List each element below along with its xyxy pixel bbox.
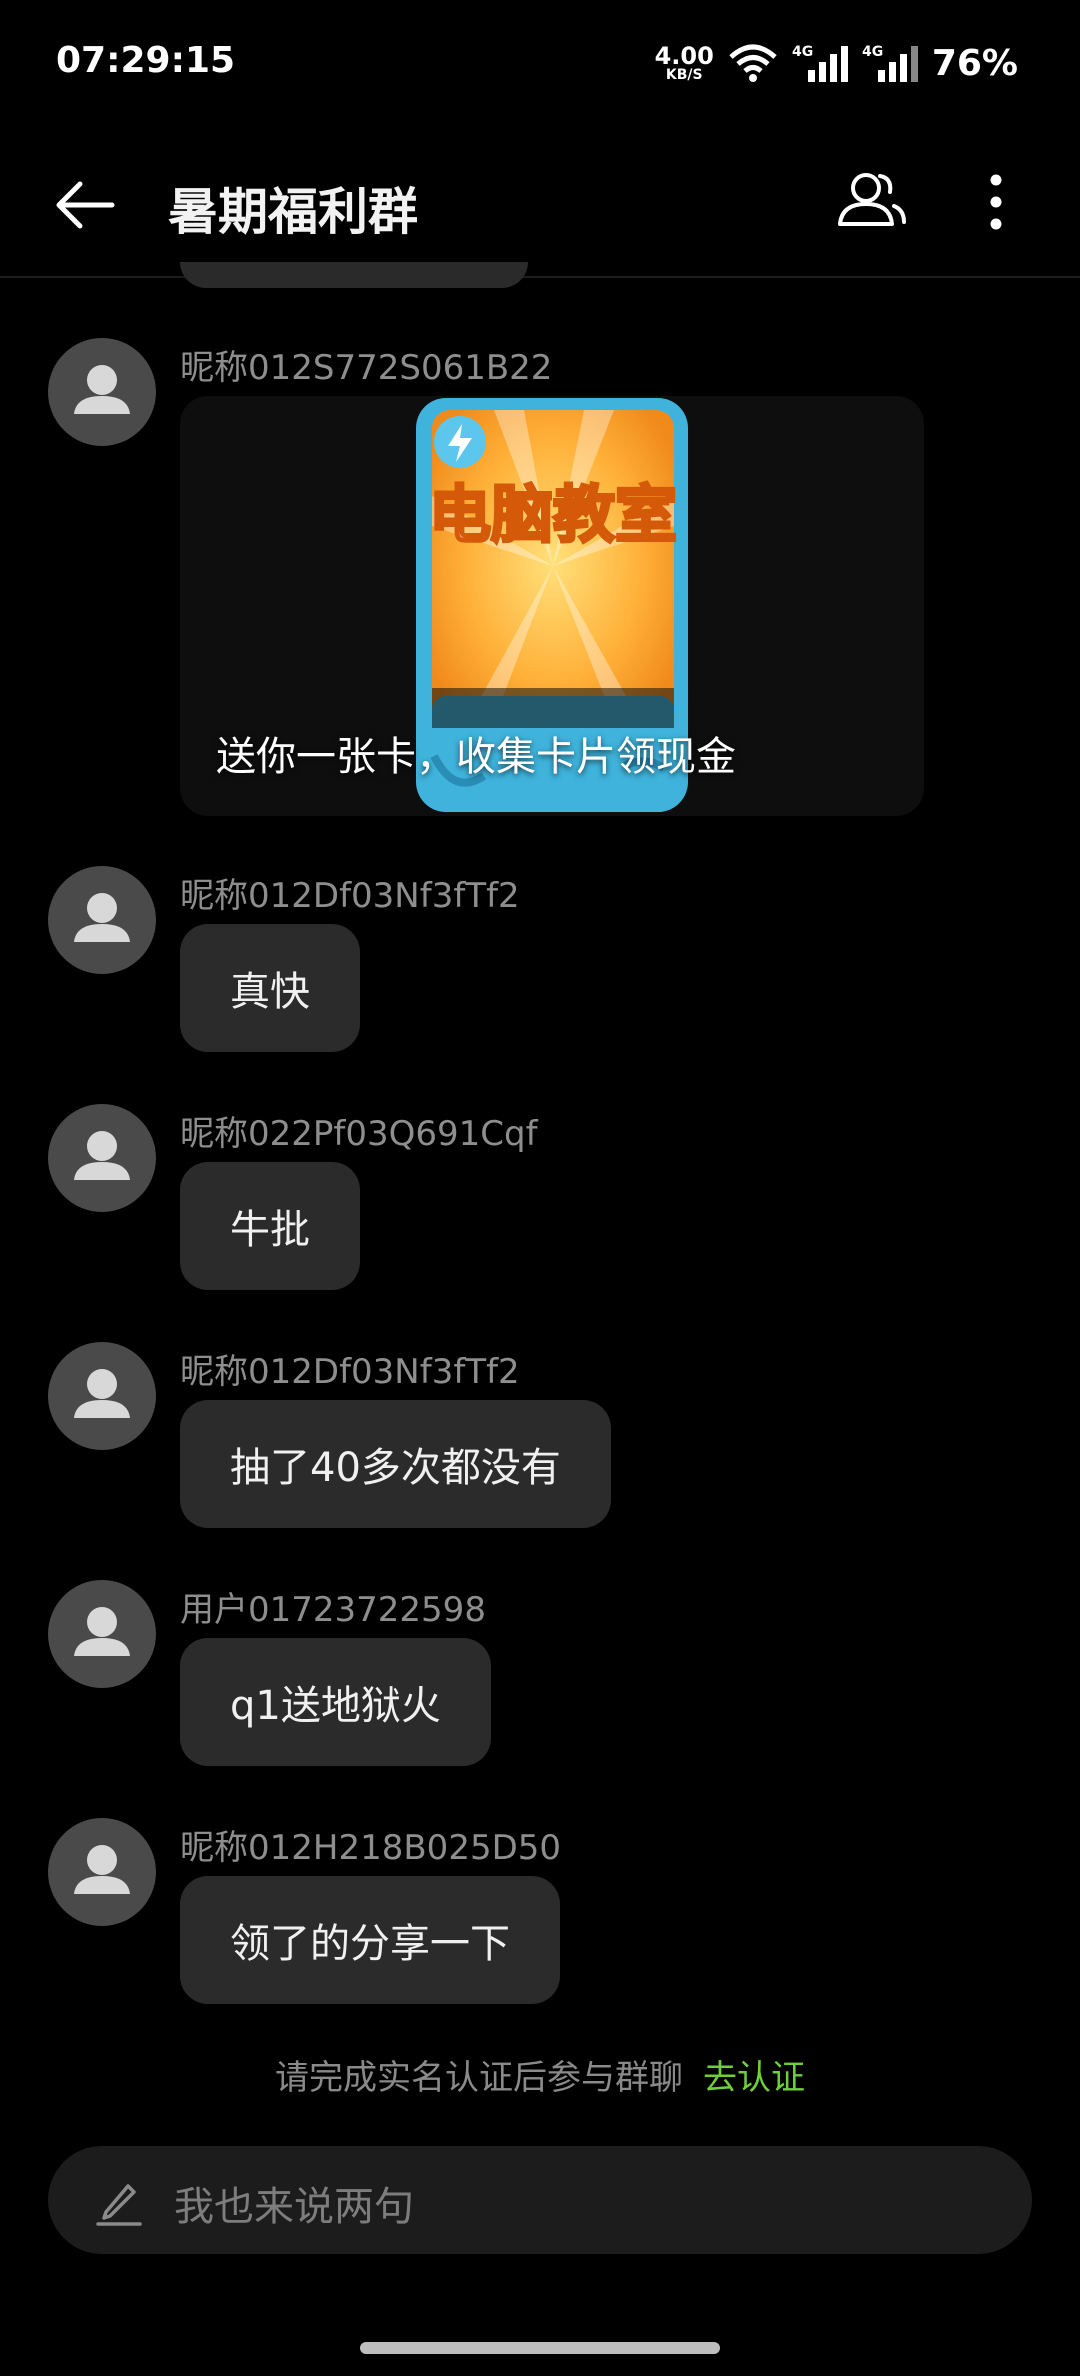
avatar[interactable] bbox=[48, 1342, 156, 1450]
sender-nickname: 昵称012S772S061B22 bbox=[180, 348, 553, 388]
message-bubble[interactable]: 抽了40多次都没有 bbox=[180, 1400, 611, 1528]
partial-message-bubble bbox=[180, 262, 528, 288]
status-icons: 4.00 KB/S 4G 4G 76% bbox=[655, 40, 1018, 86]
network-speed: 4.00 KB/S bbox=[655, 44, 714, 82]
more-vertical-icon[interactable] bbox=[972, 162, 1020, 242]
sender-nickname: 昵称012Df03Nf3fTf2 bbox=[180, 876, 520, 916]
avatar[interactable] bbox=[48, 866, 156, 974]
default-avatar-icon bbox=[74, 1131, 130, 1180]
chat-header: 暑期福利群 bbox=[0, 130, 1080, 278]
default-avatar-icon bbox=[74, 365, 130, 414]
sender-nickname: 用户01723722598 bbox=[180, 1590, 486, 1630]
avatar[interactable] bbox=[48, 1818, 156, 1926]
verify-notice-text: 请完成实名认证后参与群聊 bbox=[275, 2058, 683, 2098]
page-title: 暑期福利群 bbox=[168, 183, 418, 241]
card-caption: 送你一张卡，收集卡片领现金 bbox=[216, 734, 736, 780]
verify-link[interactable]: 去认证 bbox=[703, 2058, 805, 2098]
signal-4g-icon: 4G bbox=[792, 44, 848, 82]
sender-nickname: 昵称022Pf03Q691Cqf bbox=[180, 1114, 538, 1154]
home-indicator[interactable] bbox=[360, 2342, 720, 2354]
status-bar: 07:29:15 4.00 KB/S 4G 4G 76% bbox=[0, 0, 1080, 130]
message-bubble[interactable]: q1送地狱火 bbox=[180, 1638, 491, 1766]
message-bubble[interactable]: 真快 bbox=[180, 924, 360, 1052]
wifi-icon bbox=[729, 44, 777, 82]
battery-level: 76% bbox=[931, 42, 1018, 84]
default-avatar-icon bbox=[74, 1845, 130, 1894]
message-bubble[interactable]: 牛批 bbox=[180, 1162, 360, 1290]
default-avatar-icon bbox=[74, 1607, 130, 1656]
card-title-text: 电脑教室 bbox=[429, 478, 677, 551]
collect-card-message[interactable]: 电脑教室 送你一张卡，收集卡片领现金 bbox=[180, 396, 924, 816]
signal-4g-icon-2: 4G bbox=[862, 44, 918, 82]
sender-nickname: 昵称012Df03Nf3fTf2 bbox=[180, 1352, 520, 1392]
avatar[interactable] bbox=[48, 1104, 156, 1212]
group-members-icon[interactable] bbox=[832, 162, 912, 242]
verify-notice: 请完成实名认证后参与群聊 去认证 bbox=[0, 2050, 1080, 2099]
sender-nickname: 昵称012H218B025D50 bbox=[180, 1828, 562, 1868]
avatar[interactable] bbox=[48, 1580, 156, 1688]
default-avatar-icon bbox=[74, 1369, 130, 1418]
svg-text:4G: 4G bbox=[862, 44, 883, 60]
back-arrow-icon[interactable] bbox=[50, 170, 120, 240]
message-bubble[interactable]: 领了的分享一下 bbox=[180, 1876, 560, 2004]
message-input[interactable]: 我也来说两句 bbox=[48, 2146, 1032, 2254]
network-speed-value: 4.00 bbox=[654, 42, 714, 70]
input-placeholder: 我也来说两句 bbox=[174, 2184, 414, 2230]
status-time: 07:29:15 bbox=[56, 40, 236, 81]
network-speed-unit: KB/S bbox=[665, 67, 703, 83]
svg-text:4G: 4G bbox=[792, 44, 813, 60]
pencil-icon bbox=[96, 2184, 142, 2226]
avatar[interactable] bbox=[48, 338, 156, 446]
default-avatar-icon bbox=[74, 893, 130, 942]
